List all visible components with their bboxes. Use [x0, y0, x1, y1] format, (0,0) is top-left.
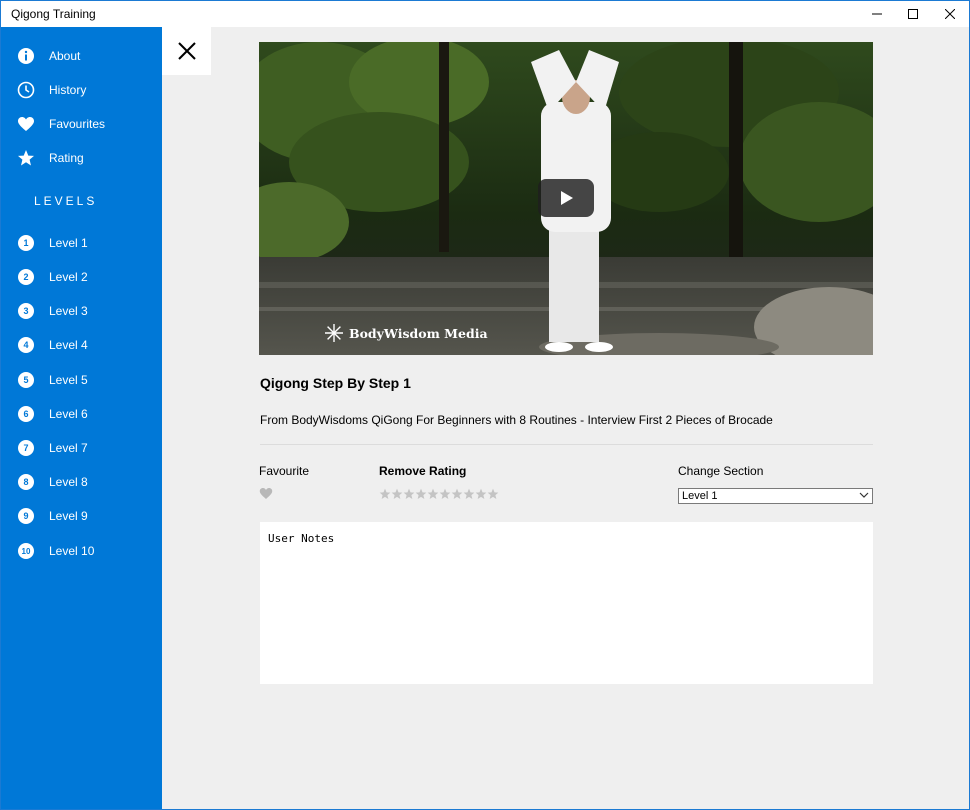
sidebar-item-label: Rating [49, 151, 84, 165]
video-watermark: BodyWisdom Media [325, 324, 488, 342]
sidebar-item-level-1[interactable]: 1 Level 1 [1, 228, 162, 258]
rating-star-icon[interactable] [427, 488, 439, 500]
number-circle-icon: 10 [18, 543, 34, 559]
sidebar-item-label: Favourites [49, 117, 106, 131]
user-notes-placeholder: User Notes [268, 532, 335, 545]
info-icon [17, 47, 35, 65]
play-button[interactable] [538, 179, 594, 217]
rating-star-icon[interactable] [391, 488, 403, 500]
favourite-label: Favourite [259, 464, 310, 478]
sidebar-item-level-2[interactable]: 2 Level 2 [1, 262, 162, 292]
sidebar-item-history[interactable]: History [1, 75, 162, 105]
minimize-button[interactable] [860, 1, 894, 27]
divider [260, 444, 873, 445]
favourite-heart-icon[interactable] [259, 487, 273, 500]
close-x-icon [177, 42, 196, 60]
change-section-label: Change Section [678, 464, 764, 478]
maximize-icon [908, 9, 918, 19]
sidebar-item-level-7[interactable]: 7 Level 7 [1, 433, 162, 463]
sidebar-item-about[interactable]: About [1, 41, 162, 71]
sidebar-item-label: Level 8 [49, 475, 88, 489]
sidebar-item-label: Level 9 [49, 509, 88, 523]
video-player[interactable]: BodyWisdom Media [259, 42, 873, 355]
sidebar-item-level-4[interactable]: 4 Level 4 [1, 330, 162, 360]
sidebar-item-level-5[interactable]: 5 Level 5 [1, 365, 162, 395]
watermark-text: BodyWisdom Media [349, 325, 488, 341]
number-circle-icon: 3 [18, 303, 34, 319]
section-select-value: Level 1 [682, 490, 718, 502]
maximize-button[interactable] [896, 1, 930, 27]
close-icon [945, 9, 955, 19]
rating-star-icon[interactable] [403, 488, 415, 500]
app-title: Qigong Training [11, 7, 96, 21]
number-circle-icon: 4 [18, 337, 34, 353]
levels-heading: LEVELS [34, 194, 98, 208]
number-circle-icon: 6 [18, 406, 34, 422]
number-circle-icon: 7 [18, 440, 34, 456]
sidebar-item-level-8[interactable]: 8 Level 8 [1, 467, 162, 497]
sidebar-item-level-10[interactable]: 10 Level 10 [1, 536, 162, 566]
sidebar-item-label: Level 4 [49, 338, 88, 352]
sidebar-item-label: Level 3 [49, 304, 88, 318]
sidebar: About History Favourites Rating LEVELS 1… [1, 27, 162, 809]
sidebar-item-label: Level 10 [49, 544, 95, 558]
heart-icon [17, 115, 35, 133]
rating-star-icon[interactable] [463, 488, 475, 500]
sidebar-item-label: About [49, 49, 81, 63]
starburst-logo-icon [325, 324, 343, 342]
video-description: From BodyWisdoms QiGong For Beginners wi… [260, 413, 773, 427]
sidebar-item-label: Level 6 [49, 407, 88, 421]
rating-star-icon[interactable] [415, 488, 427, 500]
sidebar-item-label: Level 1 [49, 236, 88, 250]
sidebar-item-label: History [49, 83, 87, 97]
clock-icon [17, 81, 35, 99]
sidebar-item-favourites[interactable]: Favourites [1, 109, 162, 139]
sidebar-item-level-3[interactable]: 3 Level 3 [1, 296, 162, 326]
close-window-button[interactable] [933, 1, 967, 27]
remove-rating-button[interactable]: Remove Rating [379, 464, 466, 478]
rating-star-icon[interactable] [451, 488, 463, 500]
video-title: Qigong Step By Step 1 [260, 375, 411, 391]
star-icon [17, 149, 35, 167]
number-circle-icon: 1 [18, 235, 34, 251]
play-icon [561, 191, 573, 205]
app-window: Qigong Training About History Favourites… [0, 0, 970, 810]
rating-star-icon[interactable] [379, 488, 391, 500]
sidebar-item-label: Level 7 [49, 441, 88, 455]
number-circle-icon: 8 [18, 474, 34, 490]
sidebar-item-level-9[interactable]: 9 Level 9 [1, 501, 162, 531]
sidebar-item-rating[interactable]: Rating [1, 143, 162, 173]
section-select[interactable]: Level 1 [678, 488, 873, 504]
rating-star-icon[interactable] [439, 488, 451, 500]
number-circle-icon: 2 [18, 269, 34, 285]
minimize-icon [872, 13, 882, 15]
rating-star-icon[interactable] [487, 488, 499, 500]
title-bar: Qigong Training [1, 1, 969, 27]
sidebar-item-level-6[interactable]: 6 Level 6 [1, 399, 162, 429]
user-notes-textbox[interactable]: User Notes [260, 522, 873, 684]
rating-star-icon[interactable] [475, 488, 487, 500]
close-detail-button[interactable] [162, 27, 211, 75]
sidebar-item-label: Level 5 [49, 373, 88, 387]
sidebar-item-label: Level 2 [49, 270, 88, 284]
number-circle-icon: 5 [18, 372, 34, 388]
rating-stars [379, 488, 499, 500]
number-circle-icon: 9 [18, 508, 34, 524]
chevron-down-icon [859, 492, 869, 498]
